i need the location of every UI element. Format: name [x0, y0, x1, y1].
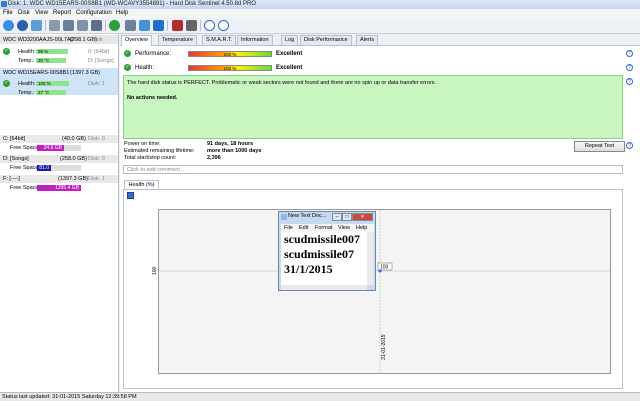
- notepad-menu-format[interactable]: Format: [315, 225, 332, 231]
- maximize-button[interactable]: □: [342, 213, 352, 221]
- y-tick-label: 100: [152, 266, 158, 275]
- data-point-label: 100: [380, 265, 389, 271]
- chart-svg: 100 31-01-2015 100: [152, 210, 610, 373]
- text-line: 31/1/2015: [284, 262, 333, 276]
- text-line: scudmissile007: [284, 232, 361, 246]
- notepad-menu-bar: File Edit Format View Help: [281, 224, 374, 232]
- notepad-window[interactable]: New Text Doc... – □ ✕ File Edit Format V…: [278, 211, 376, 291]
- close-button[interactable]: ✕: [352, 213, 373, 221]
- x-tick-label: 31-01-2015: [381, 334, 387, 360]
- notepad-menu-edit[interactable]: Edit: [299, 225, 308, 231]
- vertical-scrollbar[interactable]: [367, 232, 374, 285]
- minimize-button[interactable]: –: [332, 213, 342, 221]
- notepad-text-area[interactable]: scudmissile007 scudmissile07 31/1/2015: [281, 232, 367, 285]
- horizontal-scrollbar[interactable]: [281, 285, 367, 290]
- notepad-menu-view[interactable]: View: [338, 225, 350, 231]
- data-point: [378, 269, 382, 273]
- status-text: Status last updated: 31-01-2015 Saturday…: [2, 394, 137, 400]
- text-line: scudmissile07: [284, 247, 355, 261]
- notepad-icon: [281, 214, 287, 220]
- notepad-menu-help[interactable]: Help: [356, 225, 367, 231]
- notepad-menu-file[interactable]: File: [284, 225, 293, 231]
- notepad-title: New Text Doc...: [288, 213, 327, 219]
